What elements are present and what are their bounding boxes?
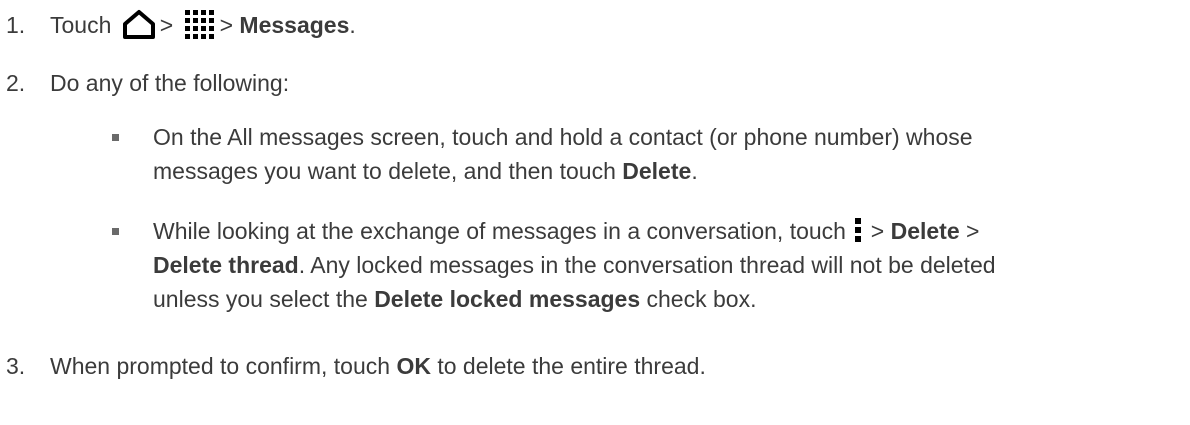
step-text: Touch > > Messages.: [50, 8, 356, 42]
instruction-document: 1. Touch > > Messages. 2. Do any of the …: [0, 0, 1190, 425]
bullet-item-continued: Delete thread. Any locked messages in th…: [153, 252, 996, 278]
bullet-item-continued: messages you want to delete, and then to…: [153, 158, 698, 184]
bullet-item-continued: unless you select the Delete locked mess…: [153, 286, 757, 312]
home-icon: [122, 9, 155, 39]
overflow-menu-icon: [855, 217, 862, 242]
bullet-item: On the All messages screen, touch and ho…: [153, 124, 973, 150]
step-text: Do any of the following:: [50, 70, 290, 96]
bullet-marker: [112, 228, 119, 235]
bullet-item: While looking at the exchange of message…: [153, 217, 980, 244]
step-number: 2.: [6, 70, 26, 96]
step-number: 3.: [6, 353, 26, 379]
apps-grid-icon: [184, 9, 214, 39]
bullet-marker: [112, 134, 119, 141]
step-number: 1.: [6, 12, 26, 38]
step-text: When prompted to confirm, touch OK to de…: [50, 353, 706, 379]
